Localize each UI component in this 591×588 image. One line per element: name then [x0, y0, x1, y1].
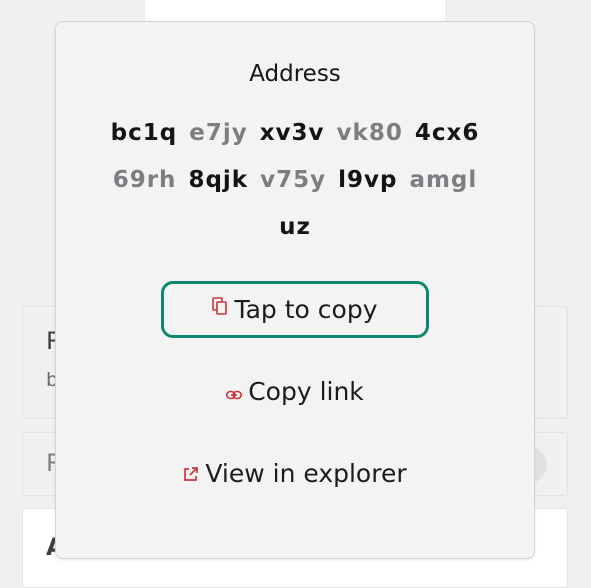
address-chunk: uz [279, 214, 311, 240]
address-chunk: xv3v [259, 120, 325, 146]
address-chunk: l9vp [338, 167, 398, 193]
address-popover: Address bc1q e7jy xv3v vk80 4cx6 69rh 8qjk v75… [55, 21, 535, 559]
address-line: 69rh 8qjk v75y l9vp amgl [56, 167, 534, 193]
address-line: bc1q e7jy xv3v vk80 4cx6 [56, 120, 534, 146]
external-link-icon [183, 459, 199, 488]
link-icon [226, 377, 243, 406]
address-chunk: bc1q [110, 120, 178, 146]
address-chunk: amgl [409, 167, 478, 193]
address-chunk: 4cx6 [414, 120, 480, 146]
copy-link-label: Copy link [248, 377, 364, 406]
view-in-explorer-label: View in explorer [205, 459, 407, 488]
address-line: uz [56, 214, 534, 240]
address-chunk: v75y [260, 167, 327, 193]
view-in-explorer-button[interactable]: View in explorer [56, 459, 534, 490]
address-chunk: 8qjk [188, 167, 249, 193]
tap-to-copy-button[interactable]: Tap to copy [161, 281, 429, 338]
address-chunk: vk80 [336, 120, 403, 146]
copy-icon [212, 293, 228, 322]
tap-to-copy-label: Tap to copy [234, 295, 378, 324]
address-chunk: 69rh [112, 167, 177, 193]
address-chunk: e7jy [189, 120, 248, 146]
copy-link-button[interactable]: Copy link [56, 377, 534, 408]
background-top-card [145, 0, 445, 22]
address-title: Address [249, 61, 341, 87]
